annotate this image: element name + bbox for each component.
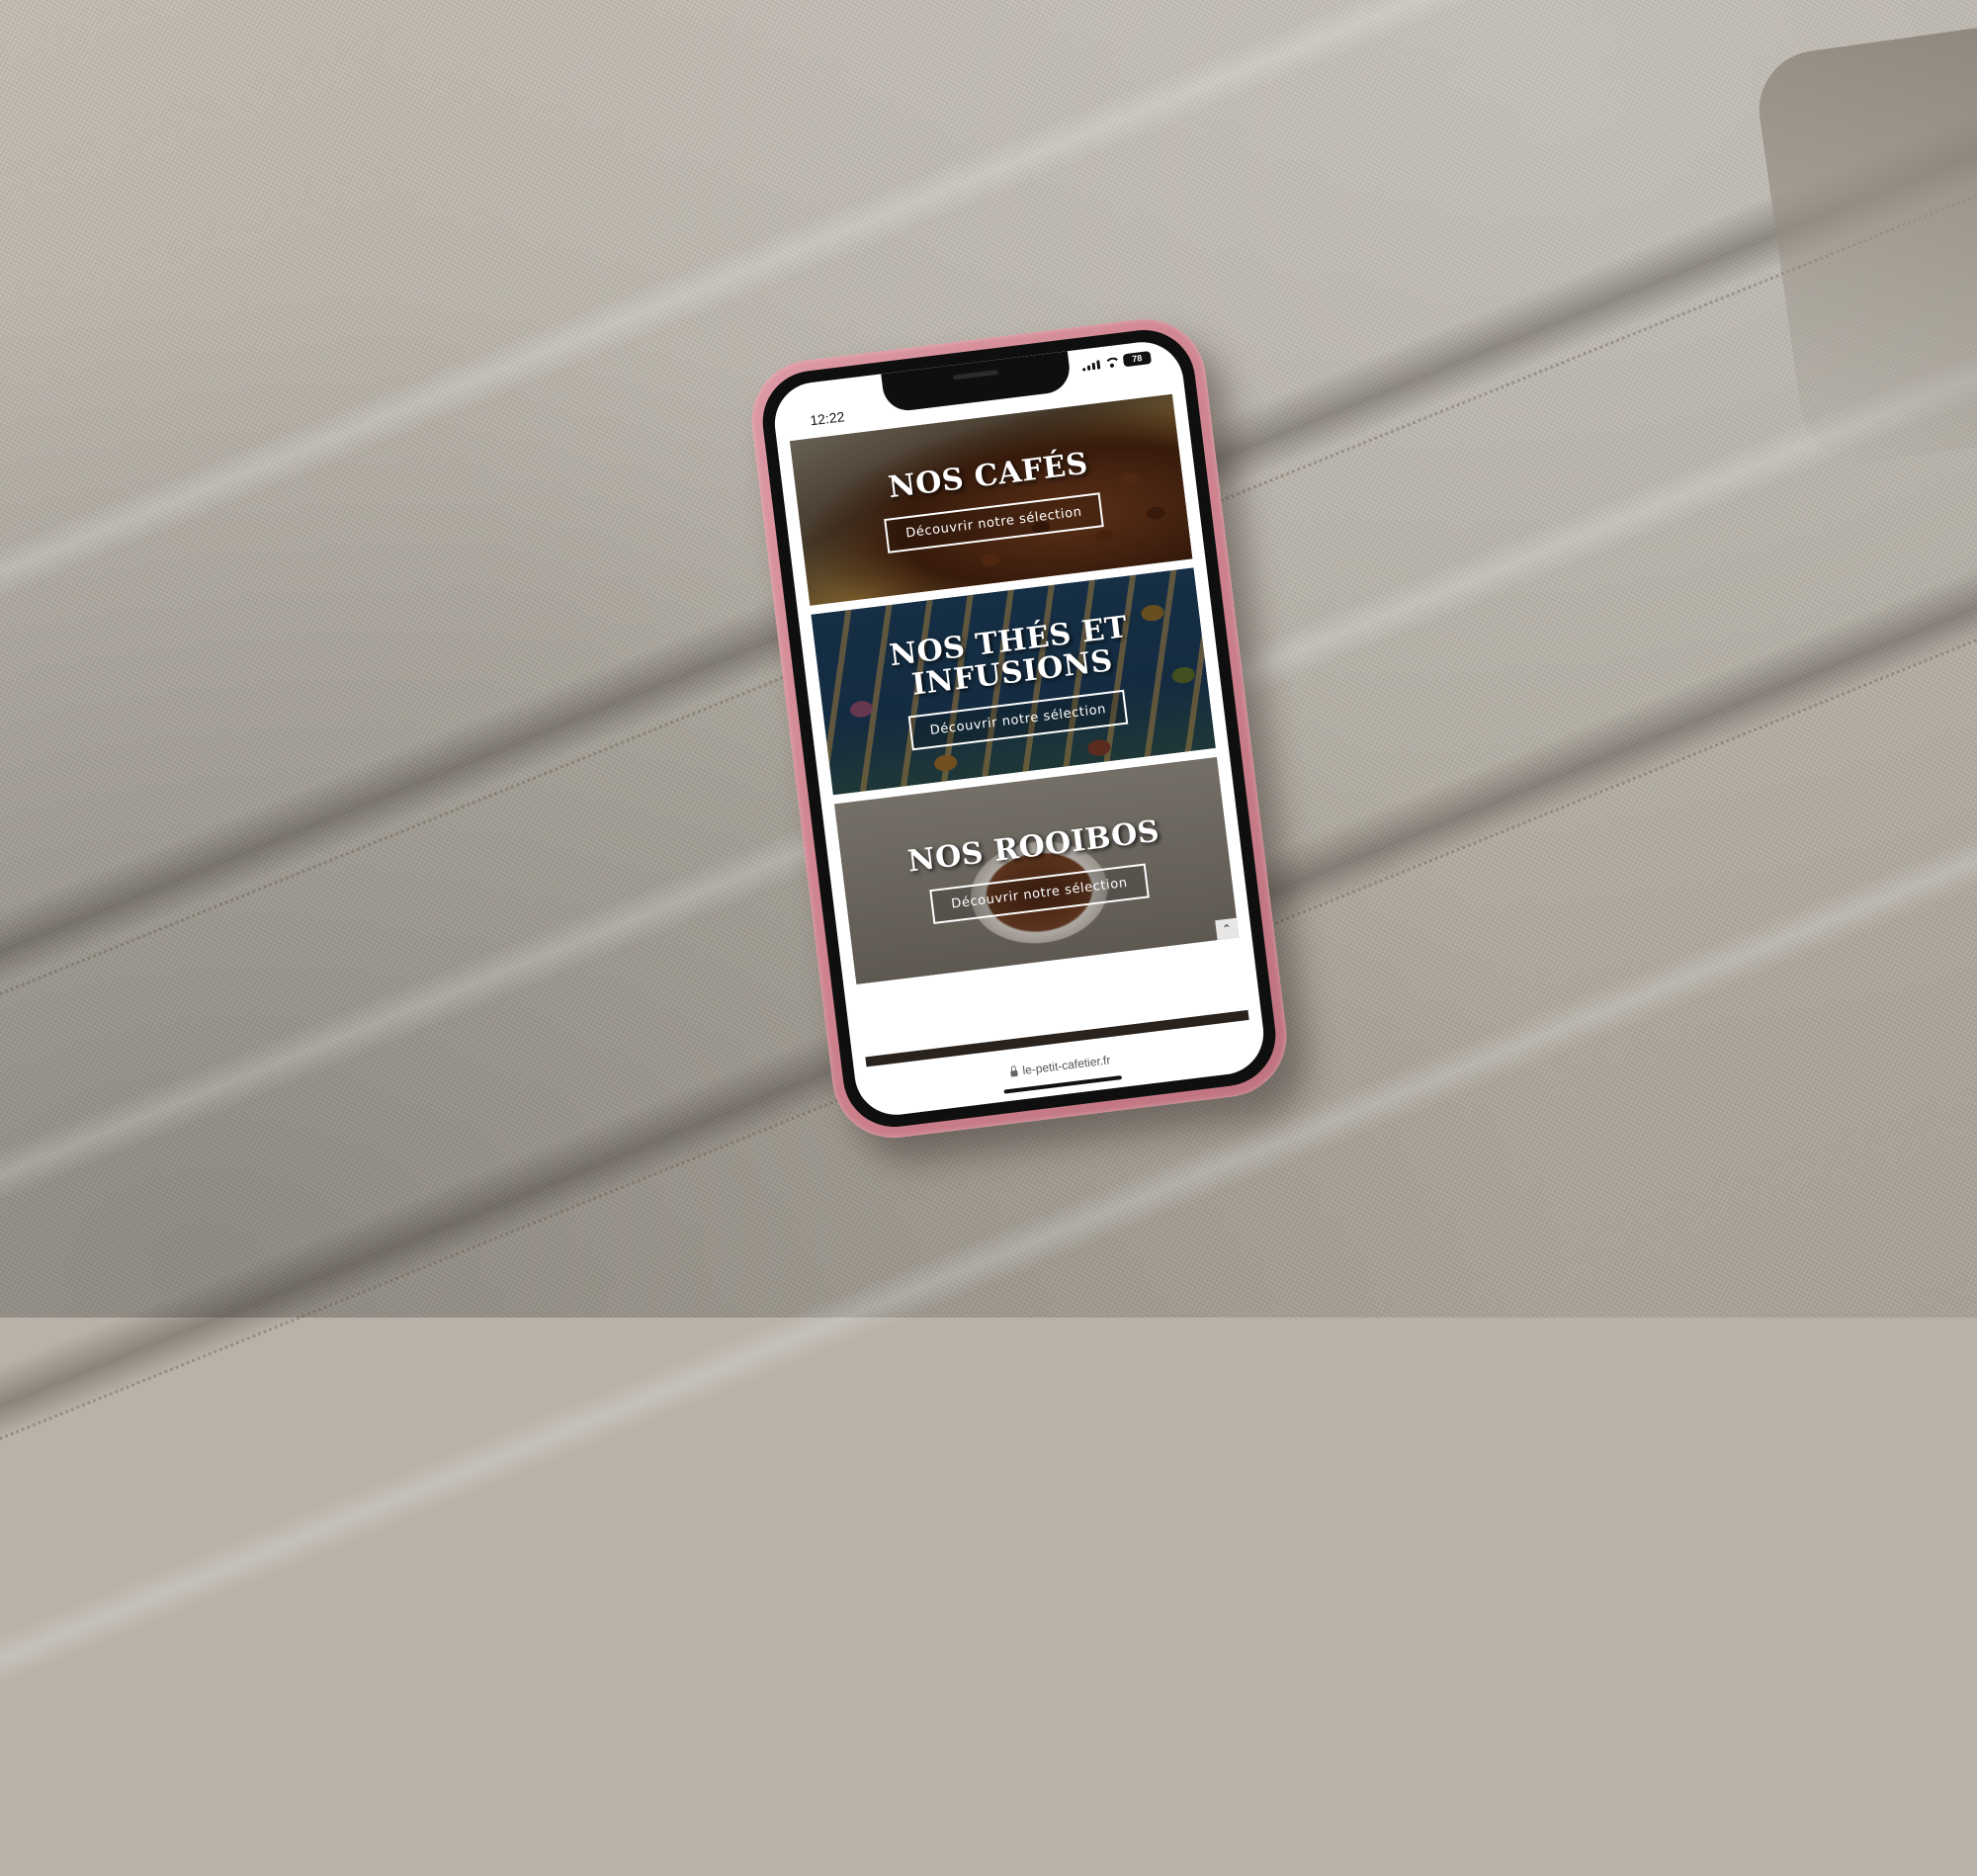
scroll-to-top-icon[interactable]: ⌃ (1215, 917, 1240, 941)
status-time: 12:22 (809, 408, 846, 429)
category-card-thes-infusions[interactable]: NOS THÉS ET INFUSIONS Découvrir notre sé… (811, 567, 1216, 796)
page-content[interactable]: NOS CAFÉS Découvrir notre sélection NOS … (789, 393, 1248, 1060)
speaker-grille (952, 369, 999, 381)
coffee-beans-photo (789, 393, 1193, 606)
cushion-corner-shadow (1752, 23, 1977, 471)
signal-icon (1081, 359, 1101, 371)
category-card-rooibos[interactable]: NOS ROOIBOS Découvrir notre sélection ⌃ (833, 756, 1240, 984)
lock-icon (1010, 1069, 1019, 1077)
smartphone: 12:22 78 NOS CAFÉS Découvrir notre sélec… (744, 311, 1294, 1146)
category-card-cafes[interactable]: NOS CAFÉS Découvrir notre sélection (789, 393, 1193, 606)
url-text: le-petit-cafetier.fr (1021, 1053, 1112, 1078)
wifi-icon (1104, 357, 1119, 369)
battery-icon: 78 (1122, 351, 1153, 368)
status-icons: 78 (1081, 351, 1153, 372)
